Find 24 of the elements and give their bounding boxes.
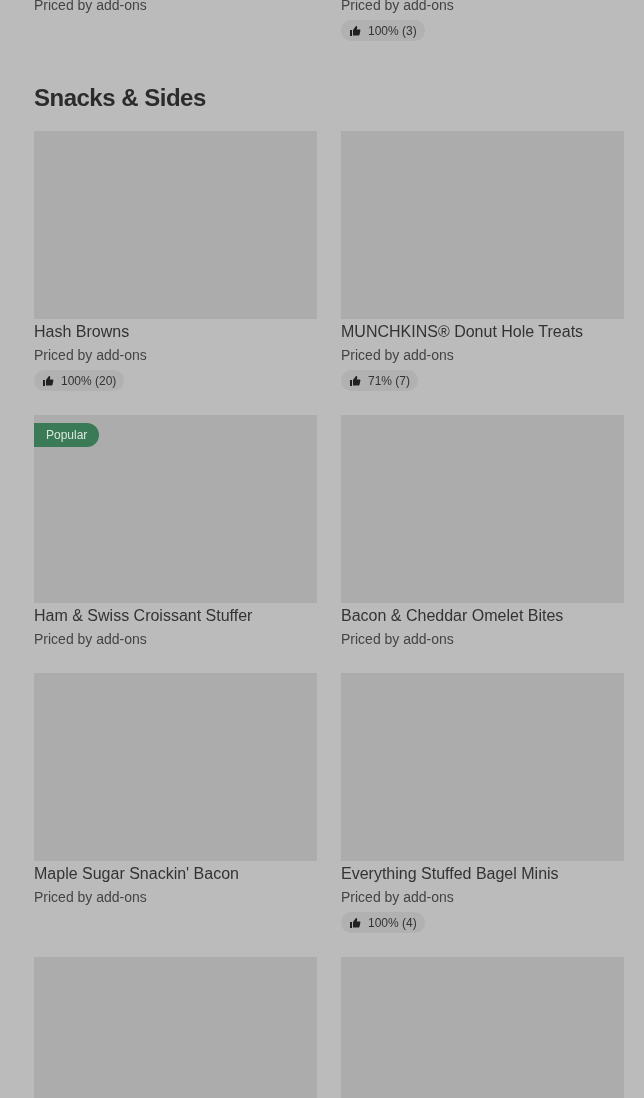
item-price: Priced by add-ons bbox=[341, 630, 455, 649]
thumbs-up-icon bbox=[349, 374, 361, 387]
item-price: Priced by add-ons bbox=[34, 630, 148, 649]
item-price: Priced by add-ons bbox=[34, 346, 148, 365]
section-heading: Snacks & Sides bbox=[34, 83, 207, 113]
rating-badge: 100% (3) bbox=[341, 20, 425, 41]
thumbs-up-icon bbox=[349, 24, 361, 37]
item-name[interactable]: Hash Browns bbox=[34, 322, 317, 342]
item-price: Priced by add-ons bbox=[341, 0, 455, 15]
item-name[interactable]: Bacon & Cheddar Omelet Bites bbox=[341, 606, 624, 626]
popular-tag: Popular bbox=[34, 423, 100, 447]
rating-badge: 100% (4) bbox=[341, 912, 425, 933]
item-name[interactable]: Maple Sugar Snackin' Bacon bbox=[34, 864, 317, 884]
item-price: Priced by add-ons bbox=[34, 888, 148, 907]
item-name[interactable]: MUNCHKINS® Donut Hole Treats bbox=[341, 322, 624, 342]
item-price: Priced by add-ons bbox=[341, 888, 455, 907]
item-price: Priced by add-ons bbox=[34, 0, 148, 15]
rating-badge: 71% (7) bbox=[341, 370, 419, 391]
thumbs-up-icon bbox=[349, 916, 361, 929]
item-price: Priced by add-ons bbox=[341, 346, 455, 365]
thumbs-up-icon bbox=[42, 374, 54, 387]
rating-badge: 100% (20) bbox=[34, 370, 125, 391]
item-name[interactable]: Everything Stuffed Bagel Minis bbox=[341, 864, 624, 884]
item-name[interactable]: Ham & Swiss Croissant Stuffer bbox=[34, 606, 317, 626]
